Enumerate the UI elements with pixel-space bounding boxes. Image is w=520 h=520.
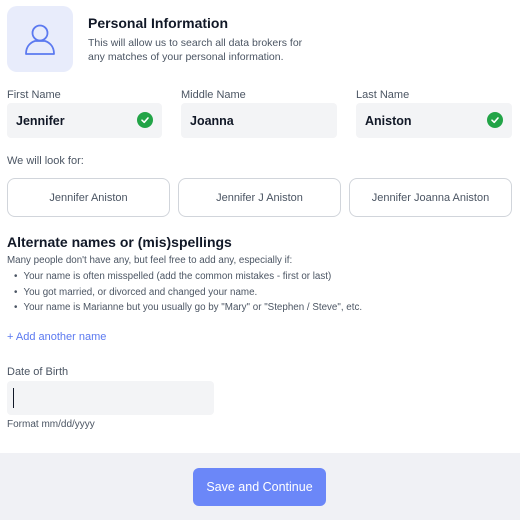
middle-name-label: Middle Name bbox=[181, 89, 246, 101]
middle-name-value: Joanna bbox=[190, 113, 234, 128]
tip-item: Your name is often misspelled (add the c… bbox=[14, 269, 362, 285]
dob-label: Date of Birth bbox=[7, 366, 69, 378]
lookfor-label: We will look for: bbox=[7, 155, 84, 167]
alternate-names-intro: Many people don't have any, but feel fre… bbox=[7, 255, 293, 266]
page-title: Personal Information bbox=[88, 15, 229, 31]
section-header: Personal Information This will allow us … bbox=[7, 6, 507, 76]
last-name-label: Last Name bbox=[356, 89, 410, 101]
dob-format-hint: Format mm/dd/yyyy bbox=[7, 419, 95, 430]
first-name-label: First Name bbox=[7, 89, 61, 101]
first-name-value: Jennifer bbox=[16, 113, 65, 128]
add-another-name-link[interactable]: + Add another name bbox=[7, 331, 106, 343]
tip-item: Your name is Marianne but you usually go… bbox=[14, 300, 362, 316]
user-outline-icon bbox=[25, 24, 55, 55]
page-subtitle: This will allow us to search all data br… bbox=[88, 37, 303, 63]
name-variant-card: Jennifer Aniston bbox=[7, 178, 170, 217]
alternate-names-tips: Your name is often misspelled (add the c… bbox=[14, 269, 362, 316]
avatar bbox=[7, 6, 73, 72]
check-icon bbox=[487, 112, 503, 128]
name-variant-card: Jennifer J Aniston bbox=[178, 178, 341, 217]
name-variant-card: Jennifer Joanna Aniston bbox=[349, 178, 512, 217]
first-name-field[interactable]: Jennifer bbox=[7, 103, 162, 138]
last-name-value: Aniston bbox=[365, 113, 412, 128]
save-and-continue-button[interactable]: Save and Continue bbox=[193, 468, 326, 506]
tip-item: You got married, or divorced and changed… bbox=[14, 285, 362, 301]
last-name-field[interactable]: Aniston bbox=[356, 103, 512, 138]
check-icon bbox=[137, 112, 153, 128]
middle-name-field[interactable]: Joanna bbox=[181, 103, 337, 138]
text-caret bbox=[13, 388, 14, 408]
dob-input[interactable] bbox=[7, 381, 214, 415]
alternate-names-title: Alternate names or (mis)spellings bbox=[7, 234, 232, 250]
